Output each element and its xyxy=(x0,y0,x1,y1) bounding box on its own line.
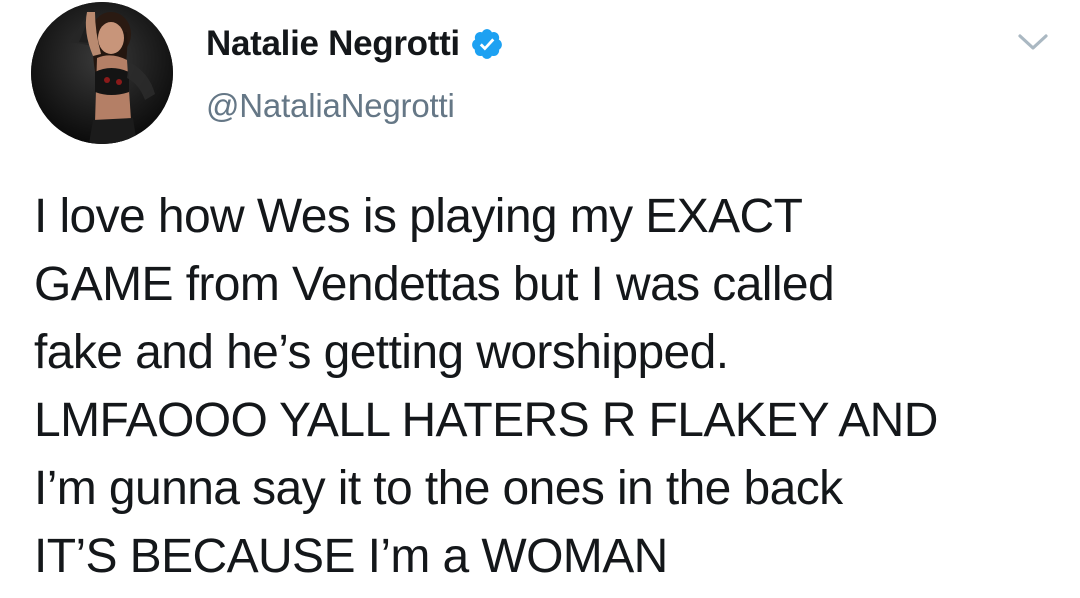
avatar[interactable] xyxy=(31,2,173,144)
author-display-name[interactable]: Natalie Negrotti xyxy=(206,24,460,64)
tweet-text-line: GAME from Vendettas but I was called xyxy=(34,258,835,311)
tweet-text-line: I love how Wes is playing my EXACT xyxy=(34,190,803,243)
tweet-text-line: fake and he’s getting worshipped. xyxy=(34,326,729,379)
tweet-text: I love how Wes is playing my EXACT GAME … xyxy=(34,183,1064,591)
tweet-card: Natalie Negrotti @NataliaNegrotti I love… xyxy=(0,0,1080,598)
tweet-text-line: IT’S BECAUSE I’m a WOMAN xyxy=(34,530,668,583)
verified-badge-icon xyxy=(470,27,504,61)
tweet-text-line: I’m gunna say it to the ones in the back xyxy=(34,462,843,515)
avatar-photo xyxy=(31,2,173,144)
tweet-text-line: LMFAOOO YALL HATERS R FLAKEY AND xyxy=(34,394,938,447)
author-name-row: Natalie Negrotti xyxy=(206,24,504,64)
author-handle[interactable]: @NataliaNegrotti xyxy=(206,87,455,125)
chevron-down-icon[interactable] xyxy=(1013,28,1053,54)
